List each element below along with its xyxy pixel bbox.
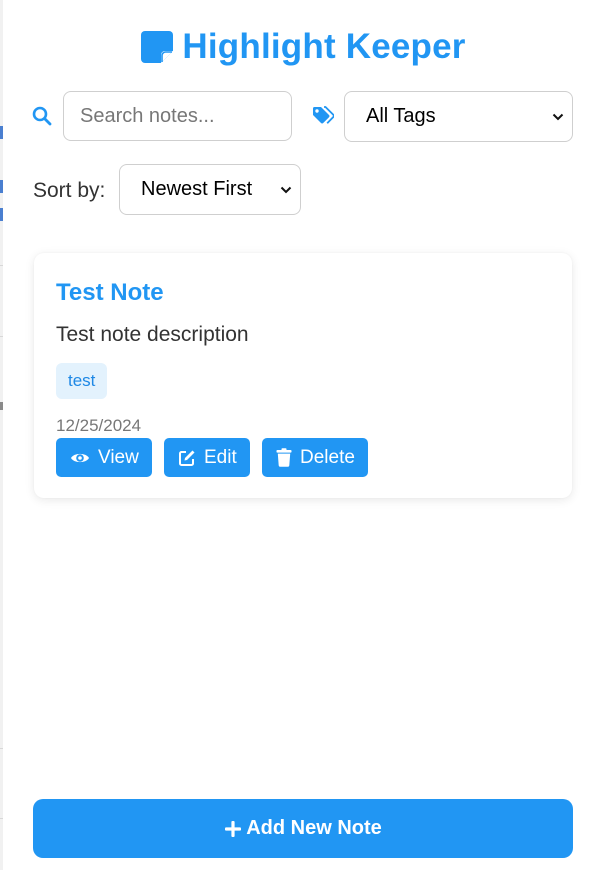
delete-button[interactable]: Delete xyxy=(262,438,368,477)
plus-icon xyxy=(225,820,242,837)
eye-icon xyxy=(71,453,89,462)
header: Highlight Keeper xyxy=(0,26,606,68)
note-title[interactable]: Test Note xyxy=(56,279,164,307)
view-button[interactable]: View xyxy=(56,438,152,477)
edge-line xyxy=(0,336,3,337)
delete-button-label: Delete xyxy=(300,446,355,468)
chevron-down-icon xyxy=(280,186,292,193)
edge-mark xyxy=(0,180,3,193)
tag-chip[interactable]: test xyxy=(56,363,108,399)
tags-icon xyxy=(313,106,334,124)
edit-icon xyxy=(179,450,195,466)
tag-filter-select[interactable]: All Tags xyxy=(344,91,573,142)
edge-line xyxy=(0,818,3,819)
sticky-note-icon xyxy=(141,31,174,63)
note-date: 12/25/2024 xyxy=(56,416,142,435)
add-new-note-button[interactable]: Add New Note xyxy=(33,799,573,858)
edge-line xyxy=(0,265,3,266)
view-button-label: View xyxy=(98,446,139,468)
edit-button-label: Edit xyxy=(204,446,237,468)
sort-select[interactable]: Newest First xyxy=(119,164,301,215)
sort-value: Newest First xyxy=(141,178,253,200)
edge-mark xyxy=(0,126,3,139)
note-card: Test Note Test note description test 12/… xyxy=(34,253,572,498)
sort-label: Sort by: xyxy=(33,179,106,202)
trash-icon xyxy=(276,448,292,467)
tag-filter-value: All Tags xyxy=(366,105,436,127)
edge-mark xyxy=(0,208,3,221)
search-input[interactable] xyxy=(63,91,292,141)
add-new-note-label: Add New Note xyxy=(246,817,382,839)
extension-popup: Highlight Keeper All Tags Sort by: Newes… xyxy=(0,0,606,870)
app-title: Highlight Keeper xyxy=(182,27,466,66)
edit-button[interactable]: Edit xyxy=(164,438,250,477)
edge-dot xyxy=(0,402,3,410)
note-description: Test note description xyxy=(56,323,249,346)
chevron-down-icon xyxy=(552,113,564,120)
edge-line xyxy=(0,748,3,749)
search-icon xyxy=(32,106,52,126)
